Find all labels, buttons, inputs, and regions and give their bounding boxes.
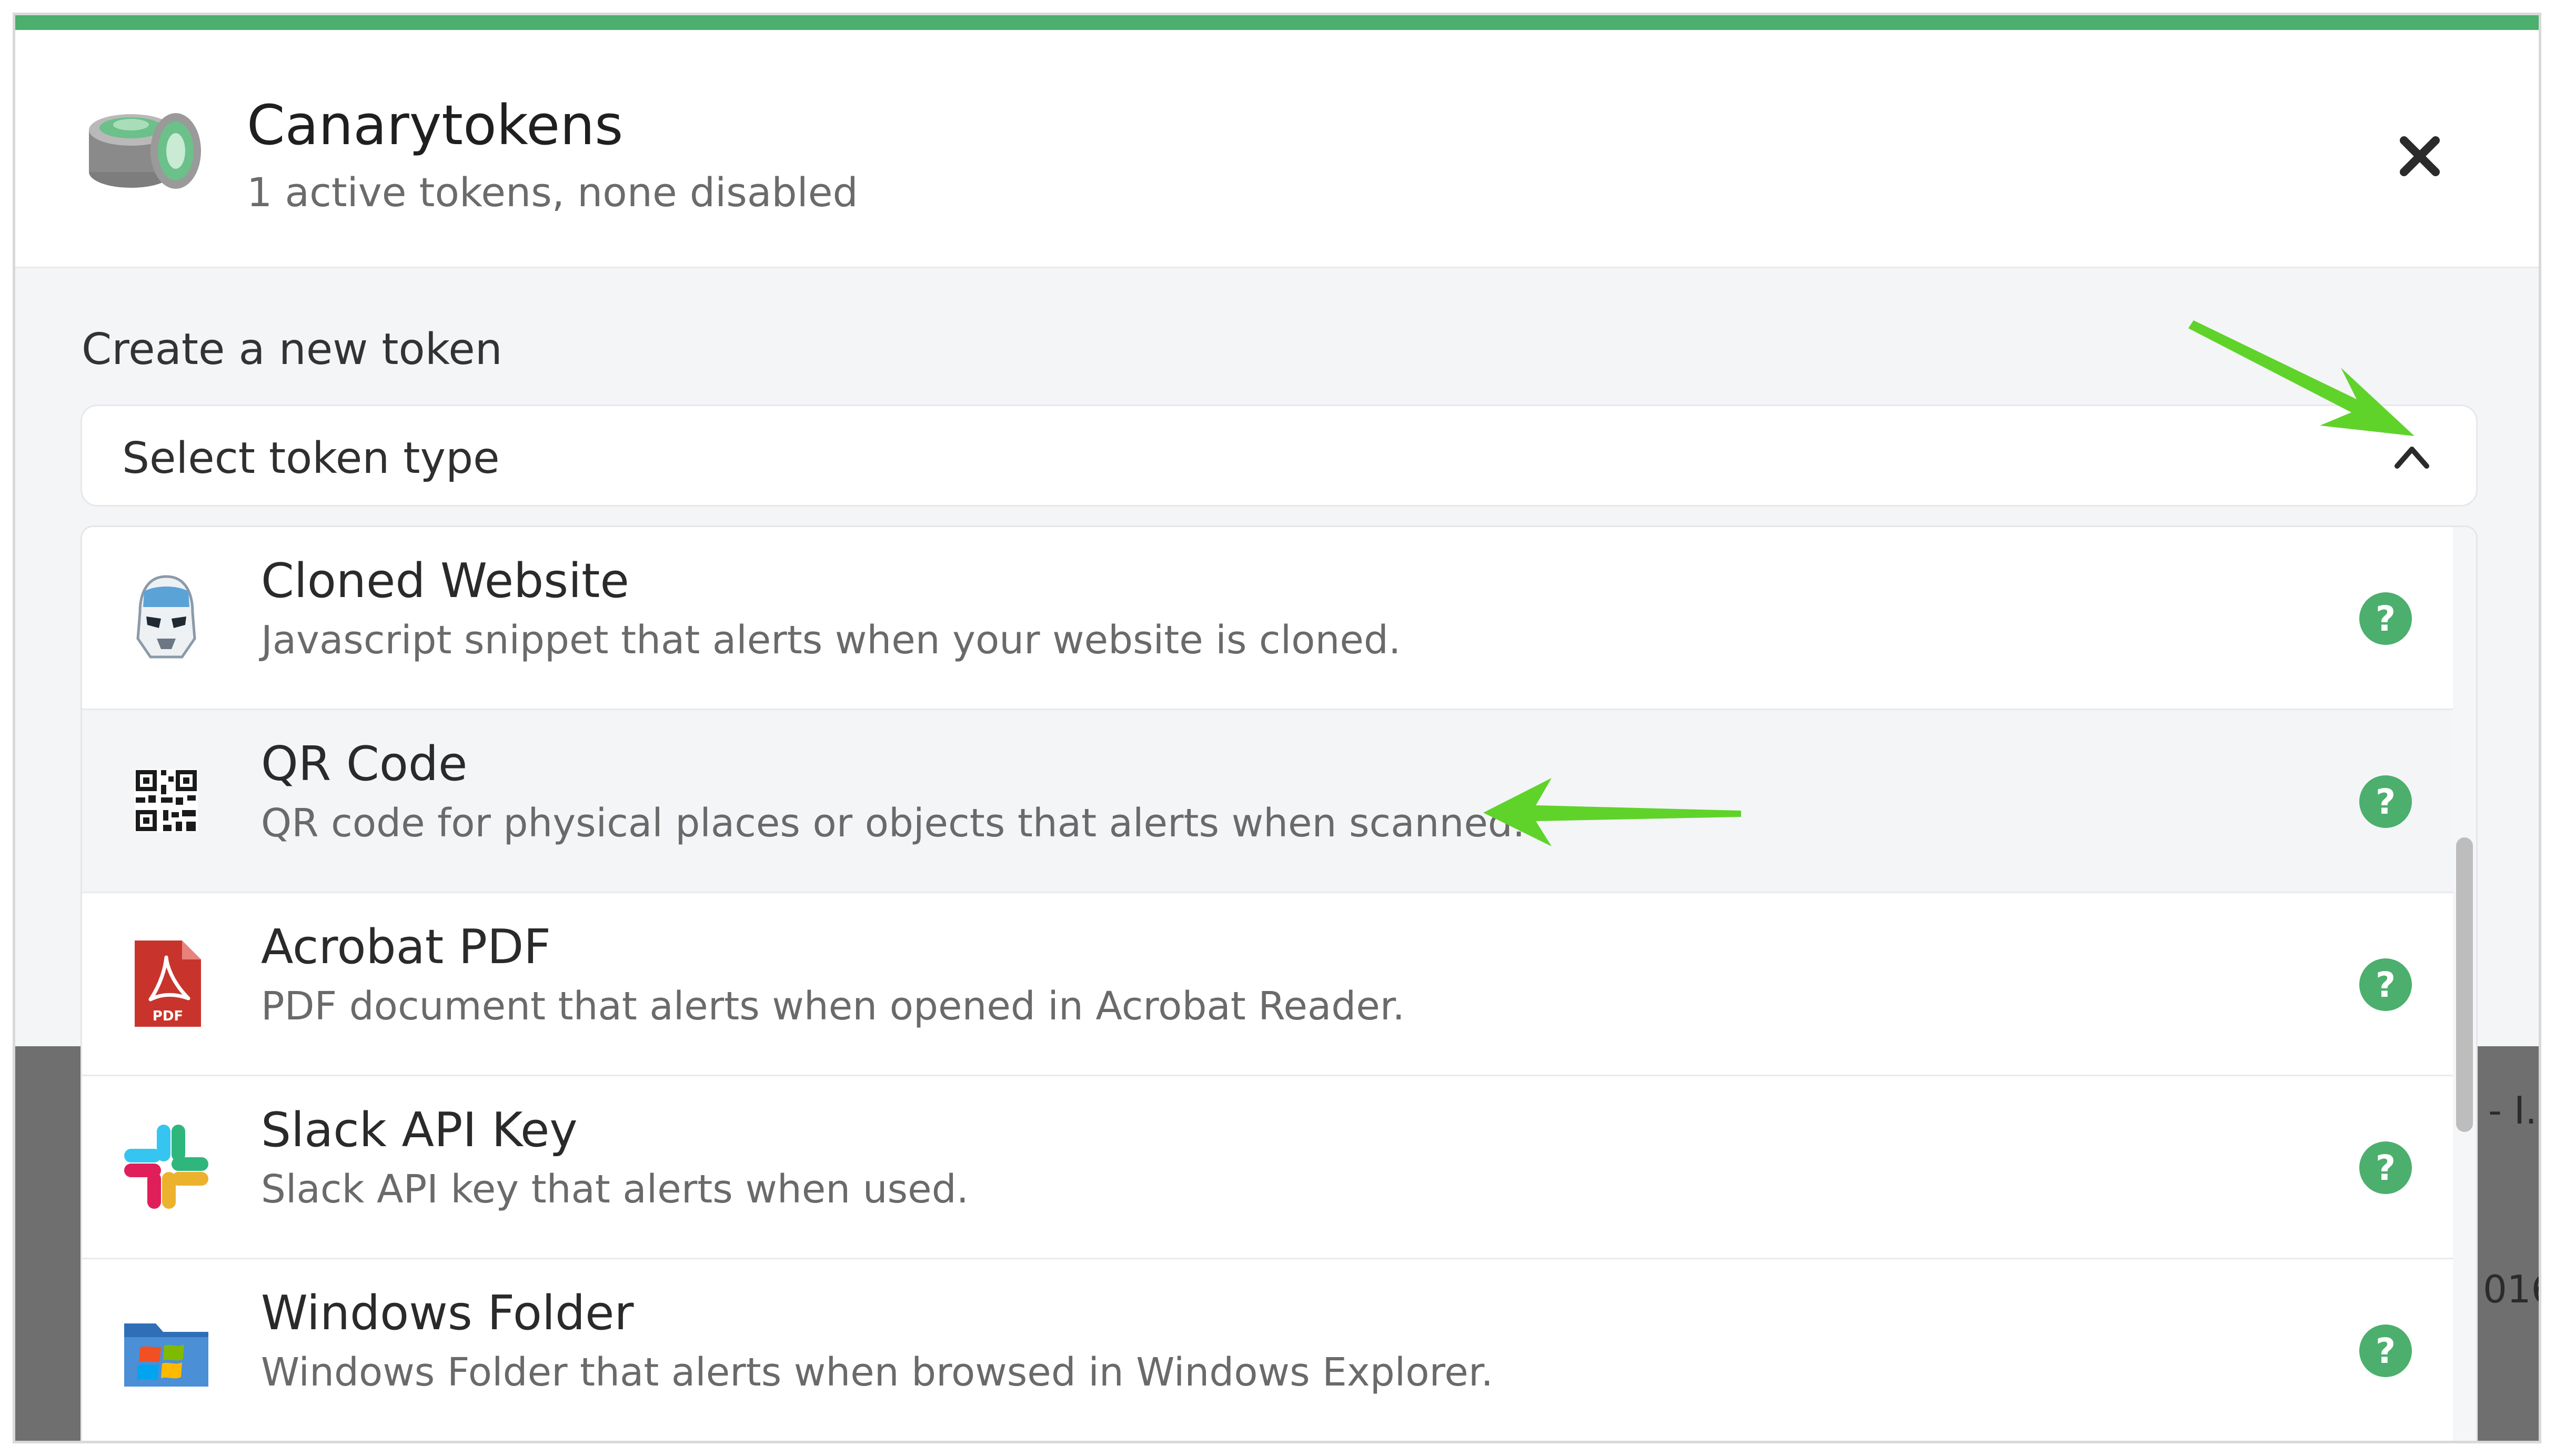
token-option-qr-code[interactable]: QR Code QR code for physical places or o… (82, 710, 2453, 893)
token-option-title: Cloned Website (261, 553, 629, 609)
token-option-windows-folder[interactable]: Windows Folder Windows Folder that alert… (82, 1259, 2453, 1441)
qr-code-icon (135, 769, 198, 832)
token-type-dropdown: Cloned Website Javascript snippet that a… (81, 525, 2478, 1441)
select-placeholder: Select token type (122, 433, 500, 483)
token-option-title: QR Code (261, 736, 468, 792)
close-button[interactable] (2383, 119, 2457, 193)
pdf-icon: PDF (135, 941, 201, 1027)
stormtrooper-icon (136, 575, 196, 659)
token-option-acrobat-pdf[interactable]: PDF Acrobat PDF PDF document that alerts… (82, 893, 2453, 1076)
help-icon[interactable]: ? (2359, 958, 2412, 1011)
token-option-description: Slack API key that alerts when used. (261, 1167, 969, 1212)
help-icon[interactable]: ? (2359, 1324, 2412, 1377)
background-text-fragment: - I. (2488, 1088, 2537, 1133)
screenshot-frame: - I. 016 Canarytokens 1 active tokens, n… (13, 13, 2541, 1443)
token-option-title: Acrobat PDF (261, 919, 551, 975)
token-option-slack-api-key[interactable]: Slack API Key Slack API key that alerts … (82, 1076, 2453, 1259)
pdf-icon-label: PDF (153, 1008, 183, 1024)
modal-header: Canarytokens 1 active tokens, none disab… (15, 30, 2539, 268)
close-icon (2400, 136, 2440, 176)
slack-icon (124, 1125, 208, 1209)
top-accent-bar (15, 15, 2539, 30)
annotation-arrow (2188, 320, 2415, 436)
annotation-arrow (1483, 778, 1741, 846)
token-option-cloned-website[interactable]: Cloned Website Javascript snippet that a… (82, 527, 2453, 710)
create-token-label: Create a new token (82, 325, 502, 375)
windows-folder-icon (124, 1323, 208, 1387)
token-type-select[interactable]: Select token type (81, 405, 2478, 507)
token-option-description: QR code for physical places or objects t… (261, 801, 1525, 846)
dropdown-scrollbar-thumb[interactable] (2456, 837, 2473, 1132)
token-option-description: Javascript snippet that alerts when your… (261, 618, 1401, 663)
token-option-title: Slack API Key (261, 1103, 578, 1158)
help-icon[interactable]: ? (2359, 1141, 2412, 1194)
canary-coins-icon (89, 113, 201, 189)
token-status-summary: 1 active tokens, none disabled (247, 169, 858, 216)
token-option-description: PDF document that alerts when opened in … (261, 984, 1405, 1029)
help-icon[interactable]: ? (2359, 775, 2412, 828)
app-title: Canarytokens (247, 93, 623, 157)
help-icon[interactable]: ? (2359, 592, 2412, 645)
token-option-title: Windows Folder (261, 1286, 634, 1341)
background-text-fragment: 016 (2483, 1267, 2539, 1311)
token-option-description: Windows Folder that alerts when browsed … (261, 1350, 1493, 1395)
